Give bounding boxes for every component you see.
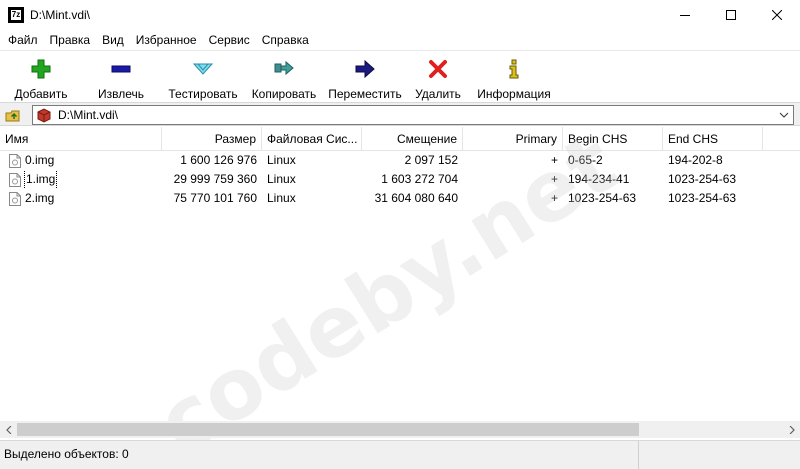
chevron-down-icon [779,112,789,118]
scrollbar-thumb[interactable] [17,423,639,436]
menu-help[interactable]: Справка [256,30,315,50]
file-begin-chs: 0-65-2 [568,153,603,167]
disk-image-icon [37,108,51,123]
file-end-chs: 1023-254-63 [668,172,737,186]
chevron-left-icon [5,425,11,434]
file-size: 29 999 759 360 [173,172,257,186]
selected-count-status: Выделено объектов: 0 [4,447,129,461]
file-filesystem: Linux [267,172,296,186]
chevron-right-icon [789,425,795,434]
file-primary: + [550,172,558,186]
file-list[interactable]: Имя Размер Файловая Сис... Смещение Prim… [0,127,800,421]
path-text: D:\Mint.vdi\ [58,108,119,122]
path-dropdown-button[interactable] [777,108,791,122]
title-bar: 7z D:\Mint.vdi\ [0,0,800,30]
column-header-size[interactable]: Размер [162,127,262,151]
table-row[interactable]: 2.img 75 770 101 760 Linux 31 604 080 64… [0,189,800,208]
column-header-name[interactable]: Имя [0,127,162,151]
menu-favorites[interactable]: Избранное [130,30,203,50]
file-primary: + [550,191,558,205]
window-controls [662,0,800,30]
test-icon [191,57,215,81]
menu-tools[interactable]: Сервис [203,30,256,50]
list-header: Имя Размер Файловая Сис... Смещение Prim… [0,127,800,151]
menu-view[interactable]: Вид [96,30,130,50]
minimize-button[interactable] [662,0,708,30]
column-header-offset[interactable]: Смещение [362,127,463,151]
file-end-chs: 194-202-8 [668,153,723,167]
file-name: 1.img [23,170,58,189]
file-end-chs: 1023-254-63 [668,191,737,205]
folder-up-icon [5,110,20,122]
column-header-end-chs[interactable]: End CHS [663,127,763,151]
column-header-filler [763,127,800,151]
file-offset: 2 097 152 [404,153,458,167]
path-field[interactable]: D:\Mint.vdi\ [32,105,794,125]
table-row[interactable]: 0.img 1 600 126 976 Linux 2 097 152 + 0-… [0,151,800,170]
status-divider [638,441,639,469]
minimize-icon [680,15,690,16]
window-title: D:\Mint.vdi\ [30,8,91,22]
file-size: 1 600 126 976 [180,153,257,167]
file-icon [9,172,21,187]
info-button[interactable]: Информация [470,51,558,101]
menu-bar: Файл Правка Вид Избранное Сервис Справка [0,30,800,50]
close-button[interactable] [754,0,800,30]
file-size: 75 770 101 760 [173,191,257,205]
file-icon [9,153,21,168]
add-icon [29,57,53,81]
up-folder-button[interactable] [4,106,22,124]
file-begin-chs: 1023-254-63 [568,191,637,205]
table-row[interactable]: 1.img 29 999 759 360 Linux 1 603 272 704… [0,170,800,189]
file-primary: + [550,153,558,167]
file-offset: 31 604 080 640 [374,191,458,205]
test-button[interactable]: Тестировать [162,51,244,101]
file-filesystem: Linux [267,191,296,205]
copy-icon [272,57,296,81]
move-icon [353,57,377,81]
maximize-button[interactable] [708,0,754,30]
list-rows: 0.img 1 600 126 976 Linux 2 097 152 + 0-… [0,151,800,208]
status-bar: Выделено объектов: 0 [0,440,800,469]
scroll-right-button[interactable] [783,421,800,438]
move-button[interactable]: Переместить [324,51,406,101]
toolbar: Добавить Извлечь Тестировать Копировать … [0,50,800,102]
file-filesystem: Linux [267,153,296,167]
maximize-icon [726,10,736,20]
7zip-app-icon: 7z [8,7,24,23]
extract-icon [109,57,133,81]
close-icon [772,10,782,20]
copy-button[interactable]: Копировать [244,51,324,101]
file-icon [9,191,21,206]
add-button[interactable]: Добавить [2,51,80,101]
horizontal-scrollbar[interactable] [0,421,800,438]
menu-file[interactable]: Файл [2,30,44,50]
menu-edit[interactable]: Правка [44,30,97,50]
delete-icon [426,57,450,81]
scroll-left-button[interactable] [0,421,17,438]
file-name: 0.img [25,153,55,167]
column-header-begin-chs[interactable]: Begin CHS [563,127,663,151]
extract-button[interactable]: Извлечь [80,51,162,101]
file-offset: 1 603 272 704 [381,172,458,186]
column-header-filesystem[interactable]: Файловая Сис... [262,127,362,151]
column-header-primary[interactable]: Primary [463,127,563,151]
file-name: 2.img [25,191,55,205]
delete-button[interactable]: Удалить [406,51,470,101]
file-begin-chs: 194-234-41 [568,172,630,186]
address-bar: D:\Mint.vdi\ [0,102,800,126]
info-icon [502,57,526,81]
